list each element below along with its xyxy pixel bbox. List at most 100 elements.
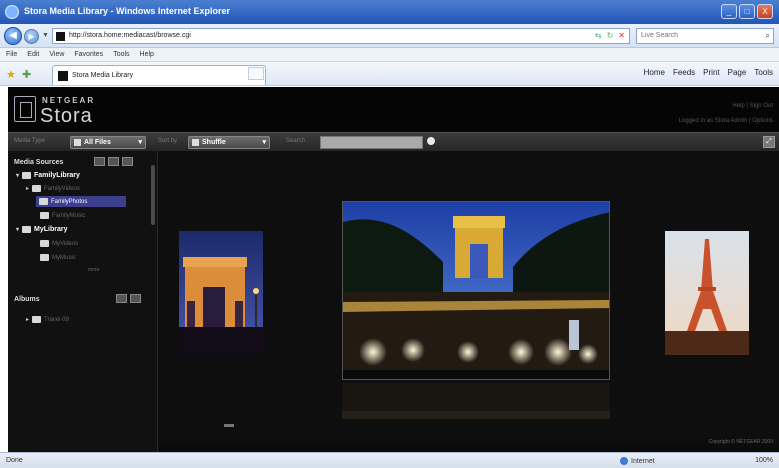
expand-icon[interactable]: ▸ [26, 316, 29, 323]
media-sources-actions [94, 157, 133, 166]
copyright-text: Copyright © NETGEAR 2009 [708, 439, 773, 445]
tools-command[interactable]: Tools [754, 68, 773, 77]
media-sources-title: Media Sources [14, 159, 64, 166]
status-text: Done [6, 457, 23, 464]
folder-icon [32, 185, 42, 192]
photo-thumbnail-left[interactable] [179, 231, 263, 355]
command-bar: Home Feeds Print Page Tools [644, 68, 773, 77]
tree-item-familyphotos[interactable]: FamilyPhotos [36, 196, 126, 207]
search-icon[interactable]: ⌕ [766, 31, 770, 41]
albums-title: Albums [14, 296, 40, 303]
add-album-icon[interactable] [116, 294, 127, 303]
zoom-level[interactable]: 100% [755, 457, 773, 464]
folder-icon [22, 226, 32, 233]
tab-stora-media-library[interactable]: Stora Media Library [52, 65, 266, 85]
media-search-input[interactable] [320, 136, 423, 149]
menu-tools[interactable]: Tools [113, 51, 129, 58]
new-tab-button[interactable] [248, 67, 264, 80]
account-link[interactable]: Logged in as Stora Admin | Options [679, 114, 773, 129]
tree-item-mymusic[interactable]: MyMusic [40, 252, 76, 263]
sort-value: Shuffle [202, 139, 226, 146]
search-label: Search [286, 138, 306, 144]
url-text[interactable]: http://stora.home:mediacast/browse.cgi [69, 32, 191, 39]
carousel-position-indicator[interactable] [224, 424, 234, 427]
print-command[interactable]: Print [703, 68, 719, 77]
tree-item-label: FamilyMusic [52, 212, 86, 219]
brand-name: NETGEAR [42, 96, 96, 105]
folder-icon [22, 172, 32, 179]
zone-label: Internet [631, 457, 655, 465]
tree-item-album[interactable]: ▸ Travel 09 [26, 314, 69, 325]
stora-logo-icon [14, 96, 36, 122]
media-type-value: All Files [84, 139, 111, 146]
sidebar: Media Sources ▾ FamilyLibrary ▸ FamilyVide… [8, 151, 158, 452]
photo-main[interactable] [342, 201, 610, 380]
tree-item-familylibrary[interactable]: ▾ FamilyLibrary [16, 170, 80, 181]
url-actions: ⇆ ↻ ✕ [595, 31, 625, 40]
remove-album-icon[interactable] [130, 294, 141, 303]
fullscreen-icon[interactable]: ⤢ [763, 136, 775, 148]
menu-help[interactable]: Help [140, 51, 154, 58]
page-command[interactable]: Page [728, 68, 747, 77]
sidebar-scrollbar[interactable] [151, 165, 155, 225]
menu-favorites[interactable]: Favorites [74, 51, 103, 58]
app-toolbar: Media Type All Files ▾ Sort by Shuffle ▾… [8, 132, 779, 151]
search-input[interactable] [641, 32, 751, 39]
live-search-box[interactable]: ⌕ [636, 28, 774, 44]
add-source-icon[interactable] [94, 157, 105, 166]
product-name: Stora [40, 105, 93, 127]
favorites-star-icon[interactable]: ★ [6, 68, 16, 81]
album-icon [32, 316, 42, 323]
stop-icon[interactable]: ✕ [618, 31, 625, 40]
close-button[interactable]: X [757, 4, 773, 19]
media-type-label: Media Type [14, 138, 45, 144]
back-button[interactable]: ◀ [4, 27, 22, 45]
collapse-icon[interactable]: ▾ [16, 226, 19, 233]
globe-icon [620, 457, 628, 465]
tree-item-label: MyMusic [52, 254, 76, 261]
history-dropdown-icon[interactable]: ▼ [42, 32, 49, 39]
tree-item-myvideos[interactable]: MyVideos [40, 238, 78, 249]
url-field[interactable]: http://stora.home:mediacast/browse.cgi ⇆… [52, 28, 630, 44]
forward-button[interactable]: ▶ [24, 29, 39, 44]
more-link[interactable]: more [88, 264, 99, 275]
folder-icon [40, 240, 49, 247]
tree-item-label: FamilyLibrary [34, 172, 80, 179]
folder-icon [40, 212, 49, 219]
tree-item-familyvideos[interactable]: ▸ FamilyVideos [26, 183, 80, 194]
app-header: NETGEAR Stora Help | Sign Out Logged in … [8, 87, 779, 132]
tab-favicon-icon [58, 71, 68, 81]
help-signout-link[interactable]: Help | Sign Out [679, 99, 773, 114]
menu-view[interactable]: View [49, 51, 64, 58]
photo-thumbnail-right[interactable] [665, 231, 749, 355]
sort-dropdown[interactable]: Shuffle ▾ [188, 136, 270, 149]
tree-item-label: MyLibrary [34, 226, 68, 233]
site-favicon-icon [56, 32, 65, 41]
menu-edit[interactable]: Edit [27, 51, 39, 58]
search-go-icon[interactable] [427, 137, 435, 145]
media-type-dropdown[interactable]: All Files ▾ [70, 136, 146, 149]
window-titlebar: Stora Media Library - Windows Internet E… [0, 0, 779, 24]
tab-label: Stora Media Library [72, 72, 134, 79]
edit-source-icon[interactable] [122, 157, 133, 166]
status-bar: Done Internet 100% [0, 452, 779, 468]
photo-carousel [159, 151, 779, 443]
menu-file[interactable]: File [6, 51, 17, 58]
home-command[interactable]: Home [644, 68, 665, 77]
minimize-button[interactable]: _ [721, 4, 737, 19]
window-title: Stora Media Library - Windows Internet E… [24, 6, 230, 16]
refresh-icon[interactable]: ↻ [607, 31, 614, 40]
champs-elysees-night-image [343, 202, 609, 379]
feeds-command[interactable]: Feeds [673, 68, 695, 77]
maximize-button[interactable]: □ [739, 4, 755, 19]
expand-icon[interactable]: ▸ [26, 185, 29, 192]
collapse-icon[interactable]: ▾ [16, 172, 19, 179]
sort-label: Sort by [158, 138, 178, 144]
tree-item-label: Travel 09 [44, 316, 69, 323]
add-favorite-icon[interactable]: ✚ [22, 68, 31, 81]
tree-item-familymusic[interactable]: FamilyMusic [40, 210, 85, 221]
remove-source-icon[interactable] [108, 157, 119, 166]
compatibility-icon[interactable]: ⇆ [595, 31, 602, 40]
tree-item-mylibrary[interactable]: ▾ MyLibrary [16, 224, 67, 235]
photo-main-reflection [342, 383, 610, 419]
